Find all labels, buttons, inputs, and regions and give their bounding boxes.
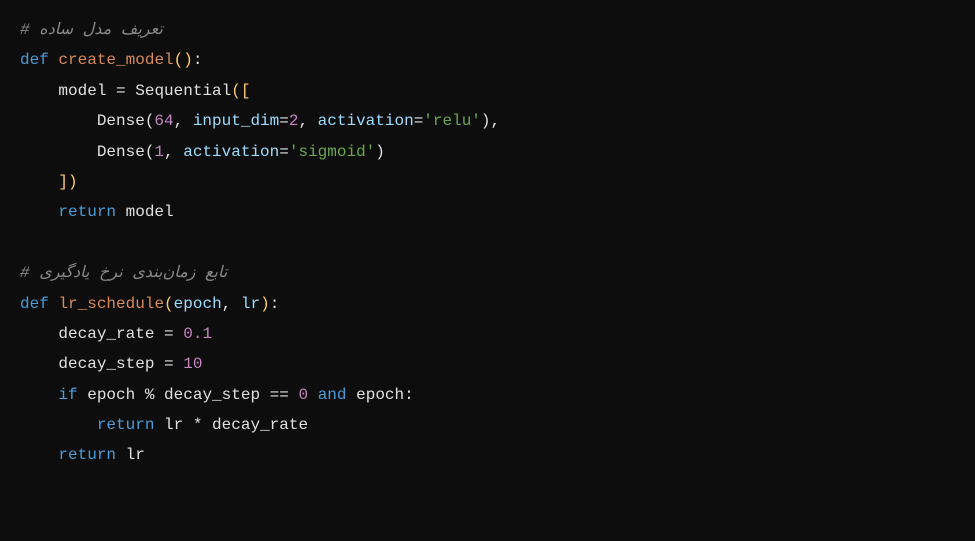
- dense-call-2: Dense(: [97, 143, 155, 161]
- dense-call-1: Dense(: [97, 112, 155, 130]
- number-literal: 64: [154, 112, 173, 130]
- string-literal: 'sigmoid': [289, 143, 375, 161]
- param-name: activation: [318, 112, 414, 130]
- bracket-close: ]): [58, 173, 77, 191]
- number-literal: 0: [298, 386, 308, 404]
- keyword-return: return: [58, 446, 116, 464]
- keyword-return: return: [58, 203, 116, 221]
- identifier: decay_rate: [58, 325, 154, 343]
- param-lr: lr: [241, 295, 260, 313]
- string-literal: 'relu': [423, 112, 481, 130]
- param-epoch: epoch: [174, 295, 222, 313]
- keyword-return: return: [97, 416, 155, 434]
- class-name: Sequential: [135, 82, 231, 100]
- number-literal: 10: [183, 355, 202, 373]
- bracket-open: ([: [231, 82, 250, 100]
- code-editor: # تعریف مدل ساده def create_model(): mod…: [20, 15, 955, 471]
- function-name: create_model: [58, 51, 173, 69]
- keyword-and: and: [318, 386, 347, 404]
- param-name: input_dim: [193, 112, 279, 130]
- number-literal: 1: [154, 143, 164, 161]
- function-name: lr_schedule: [58, 295, 164, 313]
- comment-line-2: # تابع زمان‌بندی نرخ یادگیری: [20, 264, 227, 282]
- identifier: decay_step: [58, 355, 154, 373]
- param-name: activation: [183, 143, 279, 161]
- paren-close: ): [183, 51, 193, 69]
- keyword-def: def: [20, 295, 49, 313]
- paren-open: (: [174, 51, 184, 69]
- number-literal: 0.1: [183, 325, 212, 343]
- identifier: model: [58, 82, 106, 100]
- comment-line-1: # تعریف مدل ساده: [20, 21, 163, 39]
- keyword-def: def: [20, 51, 49, 69]
- keyword-if: if: [58, 386, 77, 404]
